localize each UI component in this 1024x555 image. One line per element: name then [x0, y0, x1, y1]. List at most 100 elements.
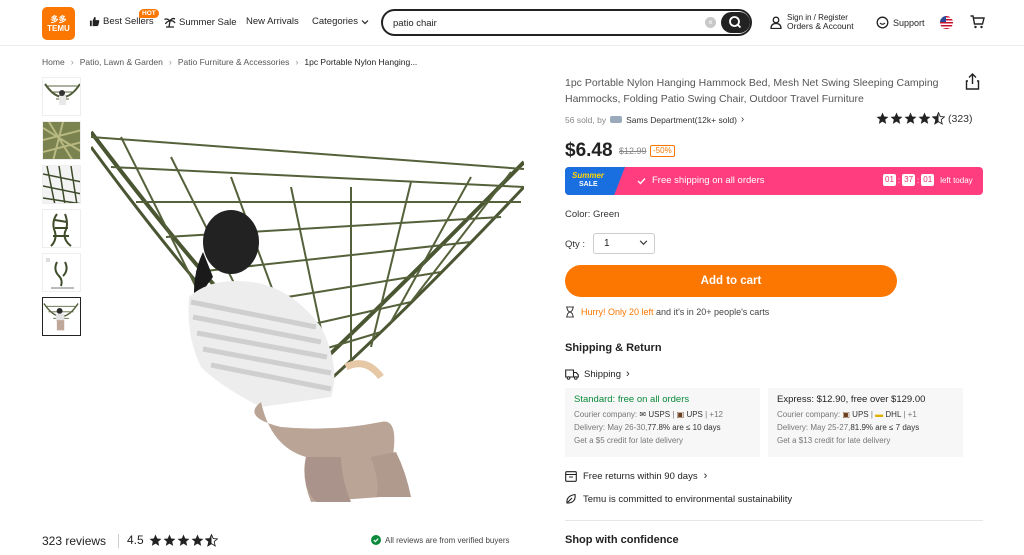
hourglass-icon	[566, 306, 574, 318]
star-icon	[177, 534, 190, 546]
breadcrumb-patio-furniture[interactable]: Patio Furniture & Accessories	[178, 57, 290, 67]
star-icon	[876, 112, 889, 124]
add-to-cart-button[interactable]: Add to cart	[565, 265, 897, 297]
verified-buyers-note: All reviews are from verified buyers	[371, 535, 509, 545]
shop-confidence-title: Shop with confidence	[565, 534, 679, 546]
shipping-link-label: Shipping	[584, 368, 621, 380]
free-shipping-text: Free shipping on all orders	[652, 175, 765, 186]
chevron-right-icon: ›	[295, 57, 299, 67]
summer-sale-tag-top: Summer	[572, 171, 605, 180]
free-returns-link[interactable]: Free returns within 90 days ›	[565, 470, 707, 482]
courier-dhl: DHL	[885, 410, 902, 419]
star-icon	[890, 112, 903, 124]
cart-button[interactable]	[970, 15, 985, 32]
courier-usps: USPS	[648, 410, 671, 419]
hot-badge: HOT	[139, 9, 159, 18]
standard-shipping-card: Standard: free on all orders Courier com…	[565, 388, 760, 457]
search-icon	[729, 16, 742, 29]
share-button[interactable]	[965, 73, 980, 93]
delivery-stat: 77.8% are ≤ 10 days	[647, 423, 721, 432]
chevron-right-icon: ›	[740, 114, 745, 125]
search-button[interactable]	[721, 12, 750, 33]
rating-stars	[149, 533, 218, 547]
sold-count: 56 sold, by	[565, 114, 607, 125]
chevron-right-icon: ›	[168, 57, 172, 67]
stock-warning: Hurry! Only 20 left	[581, 307, 654, 317]
ups-logo-icon: ▣	[842, 410, 850, 419]
support-chat-icon	[876, 16, 889, 29]
truck-icon	[565, 368, 579, 380]
check-icon	[637, 177, 646, 185]
main-product-image[interactable]	[91, 77, 524, 510]
courier-more: +1	[907, 410, 917, 419]
courier-label: Courier company:	[574, 410, 638, 419]
product-thumbnail-4[interactable]	[42, 209, 81, 248]
rating-stars	[876, 112, 945, 125]
product-thumbnail-1[interactable]	[42, 77, 81, 116]
user-icon	[770, 16, 782, 29]
reviews-rating: 4.5	[127, 533, 218, 547]
half-star-icon	[932, 112, 945, 125]
summer-sale-tag-bottom: SALE	[579, 181, 598, 188]
breadcrumb-home[interactable]: Home	[42, 57, 65, 67]
orders-account-label: Orders & Account	[787, 21, 854, 31]
express-shipping-card: Express: $12.90, free over $129.00 Couri…	[768, 388, 963, 457]
star-icon	[191, 534, 204, 546]
quantity-select[interactable]: 1	[593, 233, 655, 254]
chevron-right-icon: ›	[70, 57, 74, 67]
cart-icon	[970, 15, 985, 29]
reviews-count: 323 reviews	[42, 534, 107, 548]
section-divider	[565, 520, 983, 521]
nav-categories[interactable]: Categories	[312, 16, 369, 27]
verified-check-icon	[371, 535, 381, 545]
product-thumbnail-6[interactable]	[42, 297, 81, 336]
logo-text-bottom: TEMU	[47, 23, 70, 33]
thumbs-up-icon	[89, 16, 100, 27]
store-logo-icon	[610, 116, 623, 123]
half-star-icon	[204, 533, 218, 547]
search-input[interactable]	[393, 15, 693, 31]
delivery-dates: Delivery: May 26-30,	[574, 423, 648, 432]
nav-new-arrivals[interactable]: New Arrivals	[246, 16, 299, 27]
product-title: 1pc Portable Nylon Hanging Hammock Bed, …	[565, 77, 939, 105]
nav-categories-label: Categories	[312, 16, 358, 27]
sign-in-link[interactable]: Sign in / Register Orders & Account	[770, 13, 854, 31]
nav-summer-sale[interactable]: Summer Sale	[164, 16, 237, 28]
verified-buyers-text: All reviews are from verified buyers	[385, 535, 510, 545]
usps-logo-icon: ✉	[639, 410, 647, 419]
summer-sale-tag: Summer SALE	[565, 167, 625, 195]
sustainability-note[interactable]: Temu is committed to environmental susta…	[565, 493, 792, 505]
ups-logo-icon: ▣	[676, 410, 685, 419]
breadcrumb-patio-lawn-garden[interactable]: Patio, Lawn & Garden	[80, 57, 163, 67]
courier-label: Courier company:	[777, 410, 841, 419]
chevron-right-icon: ›	[703, 470, 708, 482]
chevron-down-icon	[361, 19, 369, 24]
sold-by-line: 56 sold, by Sams Department(12k+ sold) ›	[565, 114, 744, 125]
color-selection: Color: Green	[565, 209, 620, 220]
standard-courier-row: Courier company: ✉ USPS | ▣ UPS | +12	[574, 410, 723, 419]
support-link[interactable]: Support	[876, 16, 925, 29]
product-thumbnail-5[interactable]	[42, 253, 81, 292]
temu-logo[interactable]: 多多 TEMU	[42, 7, 75, 40]
nav-summer-sale-label: Summer Sale	[179, 16, 237, 28]
free-shipping-message: Free shipping on all orders	[637, 175, 764, 186]
express-delivery-row: Delivery: May 25-27,81.9% are ≤ 7 days	[777, 423, 954, 432]
product-thumbnail-3[interactable]	[42, 165, 81, 204]
product-rating[interactable]: (323)	[876, 112, 973, 125]
breadcrumb-current: 1pc Portable Nylon Hanging...	[304, 57, 418, 67]
product-thumbnail-2[interactable]	[42, 121, 81, 160]
us-flag-icon[interactable]	[940, 16, 953, 29]
star-icon	[918, 112, 931, 124]
courier-more: +12	[709, 410, 723, 419]
timer-minutes: 37	[902, 174, 916, 186]
delivery-dates: Delivery: May 25-27,	[777, 423, 851, 432]
shipping-link[interactable]: Shipping ›	[565, 368, 630, 380]
summer-sale-banner: Summer SALE Free shipping on all orders …	[565, 167, 983, 195]
store-link[interactable]: Sams Department(12k+ sold)	[626, 115, 737, 125]
share-icon	[965, 73, 980, 90]
stock-carts-note: and it's in 20+ people's carts	[656, 307, 770, 317]
timer-label: left today	[940, 175, 973, 185]
clear-search-icon[interactable]: ×	[705, 17, 716, 28]
timer-hours: 01	[883, 174, 896, 186]
return-box-icon	[565, 470, 577, 482]
